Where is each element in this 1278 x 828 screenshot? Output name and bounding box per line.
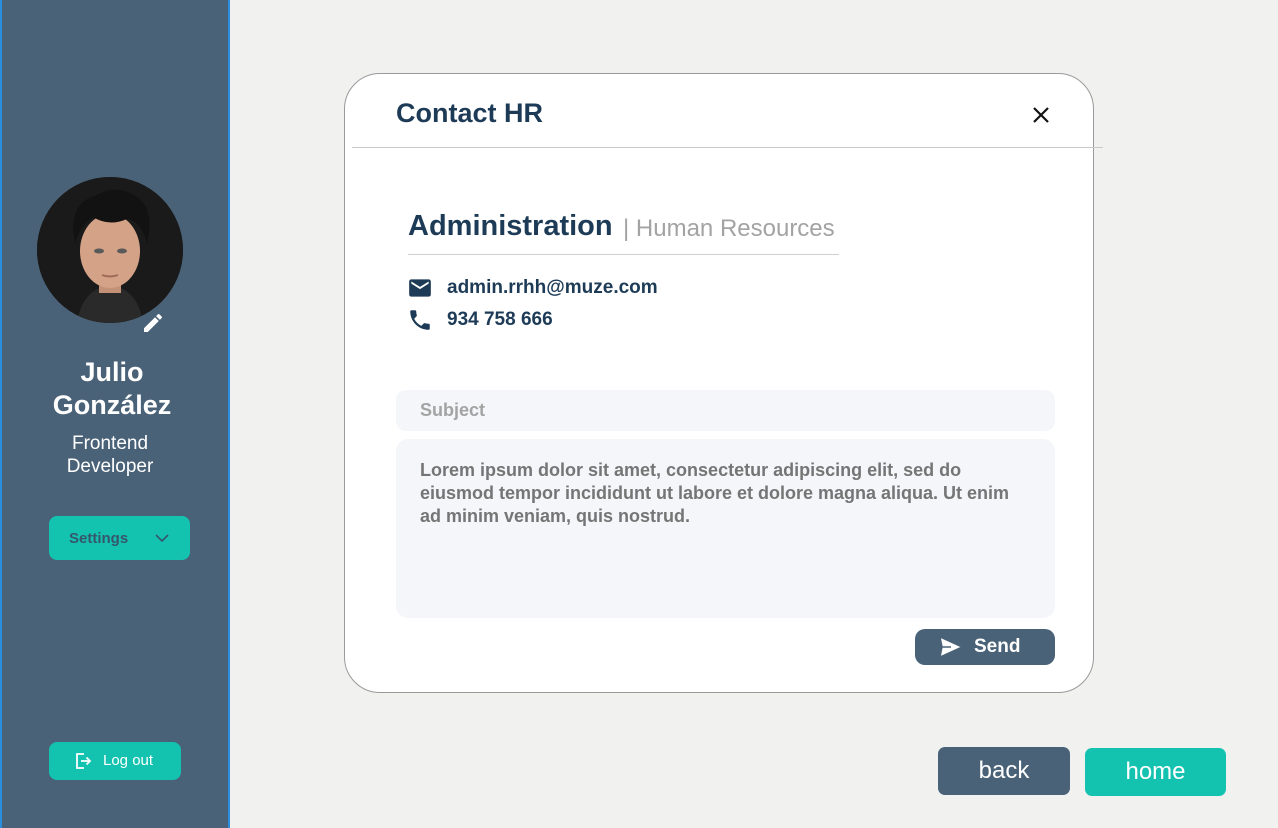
subject-input[interactable] [396, 390, 1055, 431]
modal-title: Contact HR [396, 98, 543, 128]
mail-icon [407, 275, 433, 301]
user-role-line1: Frontend [71, 433, 149, 454]
sidebar: Julio González Frontend Developer Settin… [0, 0, 230, 828]
close-icon[interactable] [1029, 103, 1053, 127]
modal-divider [352, 147, 1103, 148]
department-name: Administration [408, 210, 613, 242]
settings-dropdown[interactable]: Settings [49, 516, 190, 560]
back-button[interactable]: back [938, 747, 1070, 795]
send-button[interactable]: Send [915, 629, 1055, 665]
department-divider [408, 254, 839, 255]
user-role-line2: Developer [66, 456, 154, 477]
logout-label: Log out [103, 752, 154, 769]
user-name: Julio González [2, 356, 222, 422]
message-textarea[interactable] [396, 439, 1055, 618]
phone-icon [407, 307, 433, 333]
contact-hr-modal: Contact HR Administration | Human Resour… [344, 73, 1103, 693]
phone-row: 934 758 666 [407, 307, 553, 333]
settings-label: Settings [69, 529, 129, 547]
home-button[interactable]: home [1085, 748, 1226, 796]
department-subtitle: | Human Resources [623, 215, 835, 242]
user-first-name: Julio [80, 357, 144, 387]
user-role: Frontend Developer [2, 432, 218, 478]
user-last-name: González [52, 390, 172, 420]
email-row: admin.rrhh@muze.com [407, 275, 658, 301]
email-link[interactable]: admin.rrhh@muze.com [447, 277, 658, 299]
avatar[interactable] [37, 177, 183, 323]
pencil-icon[interactable] [141, 311, 165, 335]
chevron-down-icon [154, 530, 170, 550]
logout-icon [74, 752, 92, 774]
send-icon [938, 635, 964, 663]
send-label: Send [974, 636, 1021, 657]
logout-button[interactable]: Log out [49, 742, 181, 780]
phone-link[interactable]: 934 758 666 [447, 309, 553, 331]
